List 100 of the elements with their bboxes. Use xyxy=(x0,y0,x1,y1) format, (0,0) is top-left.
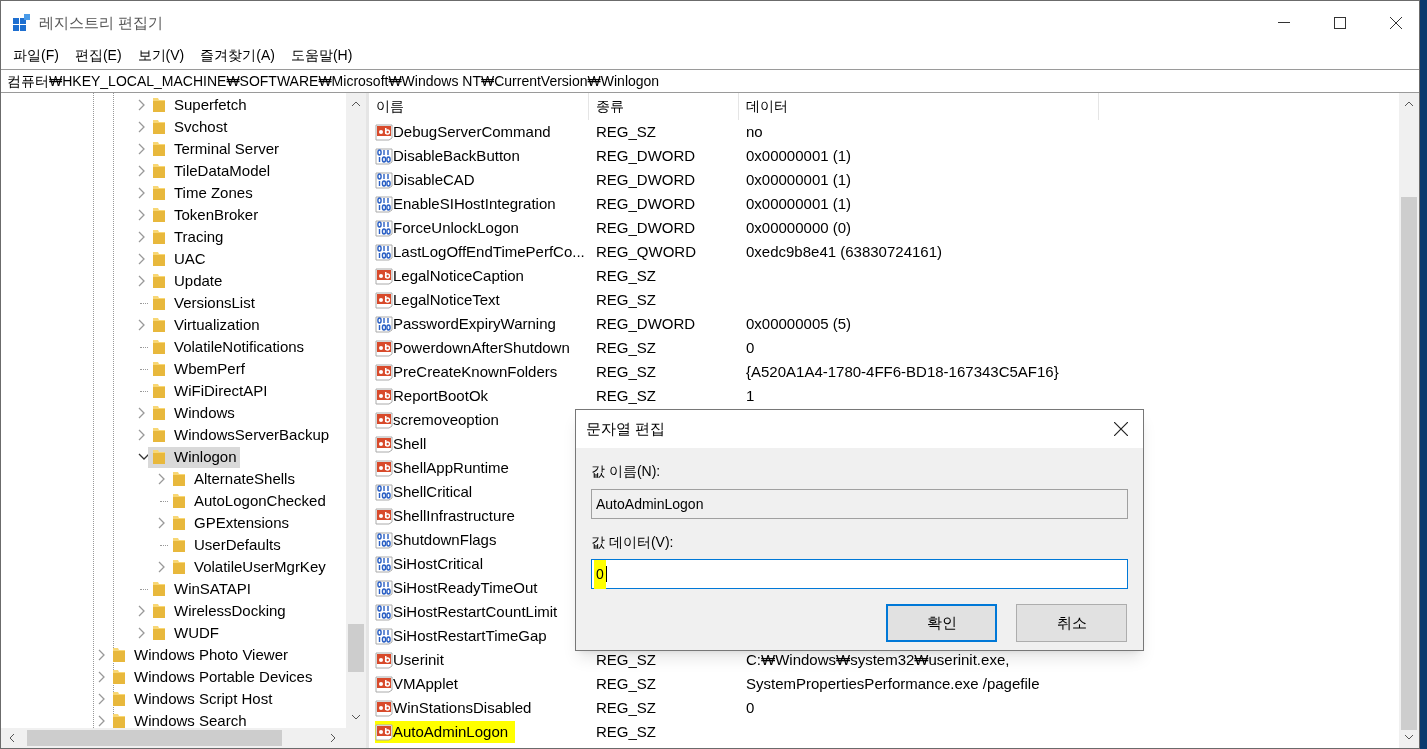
value-type: REG_DWORD xyxy=(596,194,696,212)
tree-item[interactable]: TokenBroker xyxy=(174,205,262,226)
value-type: REG_SZ xyxy=(596,362,656,380)
menu-item[interactable]: 편집(E) xyxy=(66,44,130,66)
value-name[interactable]: Userinit xyxy=(393,649,448,671)
tree-item[interactable]: Winlogon xyxy=(148,447,240,468)
tree-item[interactable]: Virtualization xyxy=(174,315,263,336)
window-title: 레지스트리 편집기 xyxy=(39,12,164,33)
value-name[interactable]: ShellInfrastructure xyxy=(393,505,519,527)
value-name[interactable]: SiHostRestartTimeGap xyxy=(393,625,551,647)
value-type: REG_SZ xyxy=(596,122,656,140)
value-name[interactable]: VMApplet xyxy=(393,673,463,695)
value-type: REG_SZ xyxy=(596,338,656,356)
dialog-button[interactable]: 확인 xyxy=(886,604,997,642)
value-name[interactable]: ShellAppRuntime xyxy=(393,457,513,479)
tree-item[interactable]: Svchost xyxy=(174,117,231,138)
column-header[interactable]: 이름 xyxy=(369,93,589,120)
value-data: 0 xyxy=(746,698,755,716)
data-field[interactable]: 0 xyxy=(591,559,1128,589)
column-header[interactable]: 종류 xyxy=(589,93,739,120)
tree-item[interactable]: WiFiDirectAPI xyxy=(174,381,271,402)
value-data: 0xedc9b8e41 (63830724161) xyxy=(746,242,942,260)
value-name[interactable]: PasswordExpiryWarning xyxy=(393,313,560,335)
value-name[interactable]: DebugServerCommand xyxy=(393,121,555,143)
value-name[interactable]: SiHostRestartCountLimit xyxy=(393,601,562,623)
tree-item[interactable]: Update xyxy=(174,271,226,292)
value-name[interactable]: DisableCAD xyxy=(393,169,479,191)
tree-item[interactable]: WinSATAPI xyxy=(174,579,254,600)
tree-item[interactable]: WirelessDocking xyxy=(174,601,289,622)
value-name[interactable]: LegalNoticeText xyxy=(393,289,504,311)
value-data: SystemPropertiesPerformance.exe /pagefile xyxy=(746,674,1040,692)
value-type: REG_QWORD xyxy=(596,242,696,260)
value-type: REG_SZ xyxy=(596,386,656,404)
value-data: 0x00000005 (5) xyxy=(746,314,852,332)
value-name[interactable]: ShellCritical xyxy=(393,481,477,503)
tree-item[interactable]: Windows Script Host xyxy=(134,689,276,710)
value-type: REG_SZ xyxy=(596,290,656,308)
value-name[interactable]: SiHostReadyTimeOut xyxy=(393,577,542,599)
value-type: REG_DWORD xyxy=(596,314,696,332)
value-data: 0x00000001 (1) xyxy=(746,146,852,164)
tree-item[interactable]: UserDefaults xyxy=(194,535,284,556)
dialog-button[interactable]: 취소 xyxy=(1016,604,1127,642)
value-name[interactable]: WinStationsDisabled xyxy=(393,697,536,719)
tree-item[interactable]: VolatileUserMgrKey xyxy=(194,557,329,578)
dialog-title: 문자열 편집 xyxy=(586,418,666,439)
value-data: 0x00000001 (1) xyxy=(746,170,852,188)
value-name[interactable]: PowerdownAfterShutdown xyxy=(393,337,574,359)
value-type: REG_SZ xyxy=(596,266,656,284)
tree-item[interactable]: WbemPerf xyxy=(174,359,248,380)
value-type: REG_DWORD xyxy=(596,170,696,188)
field-label: 값 이름(N): xyxy=(591,462,662,481)
tree-item[interactable]: Time Zones xyxy=(174,183,256,204)
value-data: 1 xyxy=(746,386,755,404)
menu-item[interactable]: 파일(F) xyxy=(5,44,67,66)
tree-item[interactable]: Terminal Server xyxy=(174,139,283,160)
value-name[interactable]: LegalNoticeCaption xyxy=(393,265,528,287)
menu-item[interactable]: 즐겨찾기(A) xyxy=(192,44,283,66)
tree-item[interactable]: Windows Portable Devices xyxy=(134,667,316,688)
value-type: REG_SZ xyxy=(596,650,656,668)
tree-item[interactable]: AutoLogonChecked xyxy=(194,491,329,512)
value-name[interactable]: Shell xyxy=(393,433,431,455)
value-name[interactable]: ForceUnlockLogon xyxy=(393,217,523,239)
value-type: REG_DWORD xyxy=(596,218,696,236)
value-data: {A520A1A4-1780-4FF6-BD18-167343C5AF16} xyxy=(746,362,1059,380)
name-field[interactable]: AutoAdminLogon xyxy=(591,489,1128,519)
field-label: 값 데이터(V): xyxy=(591,533,675,552)
value-name[interactable]: DisableBackButton xyxy=(393,145,524,167)
value-name[interactable]: EnableSIHostIntegration xyxy=(393,193,560,215)
value-name[interactable]: scremoveoption xyxy=(393,409,503,431)
tree-item[interactable]: GPExtensions xyxy=(194,513,293,534)
value-name[interactable]: LastLogOffEndTimePerfCo... xyxy=(393,241,589,263)
menu-item[interactable]: 보기(V) xyxy=(129,44,193,66)
tree-item[interactable]: Windows xyxy=(174,403,238,424)
value-data: 0x00000001 (1) xyxy=(746,194,852,212)
value-data: 0 xyxy=(746,338,755,356)
tree-item[interactable]: WUDF xyxy=(174,623,222,644)
tree-item[interactable]: Superfetch xyxy=(174,95,250,116)
value-type: REG_SZ xyxy=(596,674,656,692)
address-bar[interactable]: 컴퓨터₩HKEY_LOCAL_MACHINE₩SOFTWARE₩Microsoft₩Windows NT₩CurrentVersion₩Winlogon xyxy=(1,69,1419,93)
value-data: C:₩Windows₩system32₩userinit.exe, xyxy=(746,650,1010,668)
tree-item[interactable]: VersionsList xyxy=(174,293,258,314)
tree-item[interactable]: TileDataModel xyxy=(174,161,274,182)
tree-item[interactable]: Windows Search xyxy=(134,711,250,728)
value-name[interactable]: ReportBootOk xyxy=(393,385,493,407)
value-type: REG_SZ xyxy=(596,698,656,716)
value-name[interactable]: SiHostCritical xyxy=(393,553,487,575)
value-type: REG_DWORD xyxy=(596,146,696,164)
value-type: REG_SZ xyxy=(596,722,656,740)
tree-item[interactable]: VolatileNotifications xyxy=(174,337,308,358)
tree-item[interactable]: AlternateShells xyxy=(194,469,298,490)
value-name[interactable]: ShutdownFlags xyxy=(393,529,501,551)
value-name[interactable]: PreCreateKnownFolders xyxy=(393,361,562,383)
tree-item[interactable]: Tracing xyxy=(174,227,227,248)
value-data: 0x00000000 (0) xyxy=(746,218,852,236)
tree-item[interactable]: Windows Photo Viewer xyxy=(134,645,291,666)
tree-item[interactable]: UAC xyxy=(174,249,209,270)
menu-item[interactable]: 도움말(H) xyxy=(282,44,361,66)
value-data: no xyxy=(746,122,763,140)
column-header[interactable]: 데이터 xyxy=(739,93,1099,120)
tree-item[interactable]: WindowsServerBackup xyxy=(174,425,333,446)
